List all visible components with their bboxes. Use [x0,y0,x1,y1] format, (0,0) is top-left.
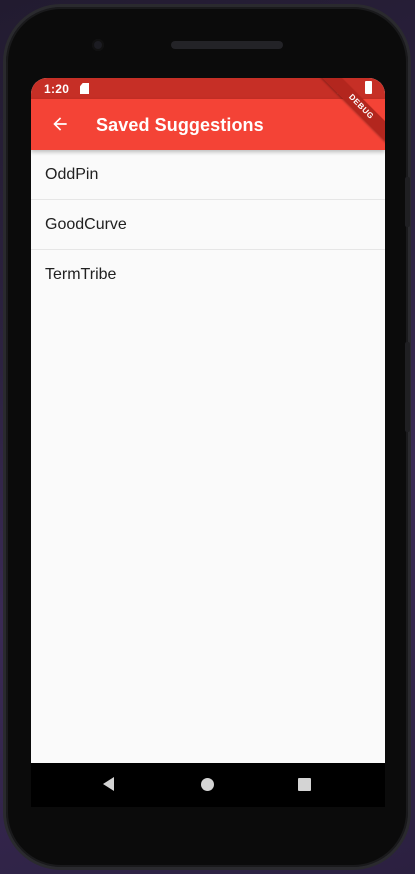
device-screen: 1:20 Saved Suggestions DEBUG OddPin Good… [31,78,385,763]
earpiece-speaker [171,41,283,49]
back-button[interactable] [39,103,81,145]
sd-card-icon [80,83,89,94]
front-camera-icon [92,39,104,51]
list-item[interactable]: OddPin [31,150,385,200]
power-button [405,177,410,227]
list-item[interactable]: TermTribe [31,250,385,300]
nav-home-icon[interactable] [201,778,214,791]
list-item-label: TermTribe [45,266,117,283]
list-item-label: OddPin [45,165,99,183]
nav-recents-icon[interactable] [298,778,311,791]
volume-button [405,342,410,432]
saved-suggestions-list: OddPin GoodCurve TermTribe [31,150,385,300]
list-item[interactable]: GoodCurve [31,200,385,250]
battery-icon [365,81,372,94]
app-bar: Saved Suggestions [31,99,385,150]
page-title: Saved Suggestions [96,115,264,135]
status-time: 1:20 [44,82,70,96]
arrow-left-icon [53,117,67,131]
nav-back-icon[interactable] [103,777,114,791]
system-navigation-bar [31,763,385,807]
list-item-label: GoodCurve [45,215,127,233]
